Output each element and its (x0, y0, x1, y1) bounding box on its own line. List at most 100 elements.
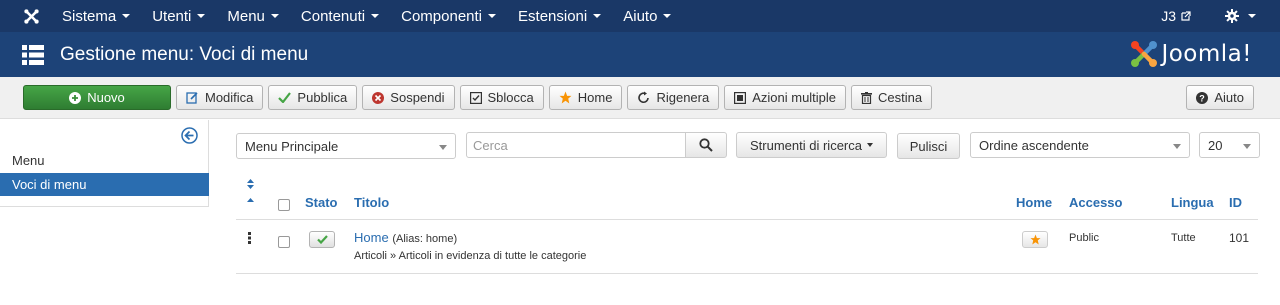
sidebar-item-menu[interactable]: Menu (0, 149, 209, 172)
column-header-access[interactable]: Accesso (1069, 195, 1122, 210)
clear-button-label: Pulisci (909, 138, 948, 154)
star-icon (1029, 234, 1041, 245)
batch-button[interactable]: Azioni multiple (724, 85, 847, 110)
new-button[interactable]: Nuovo (23, 85, 171, 110)
trash-icon (861, 91, 873, 104)
menu-menu[interactable]: Menu (227, 8, 290, 25)
ordering-select[interactable]: Ordine ascendente (970, 132, 1190, 158)
search-placeholder: Cerca (473, 137, 508, 153)
home-button[interactable]: Home (548, 85, 623, 110)
item-language: Tutte (1171, 232, 1196, 244)
chevron-down-icon (122, 14, 131, 18)
sidebar-item-label: Menu (12, 153, 45, 168)
search-input[interactable]: Cerca (466, 132, 686, 158)
menu-aiuto-label: Aiuto (623, 7, 658, 25)
trash-button[interactable]: Cestina (851, 85, 933, 110)
column-header-title[interactable]: Titolo (354, 195, 389, 210)
site-link[interactable]: J3 (1161, 8, 1191, 24)
row-checkbox[interactable] (278, 236, 290, 248)
rebuild-button[interactable]: Rigenera (627, 85, 720, 110)
chevron-down-icon (439, 145, 447, 150)
sidebar: Menu Voci di menu (0, 120, 209, 207)
item-title-cell: Home (Alias: home) (354, 230, 457, 245)
search-tools-button[interactable]: Strumenti di ricerca (736, 132, 887, 158)
menu-sistema[interactable]: Sistema (62, 8, 141, 25)
chevron-down-icon (663, 14, 672, 18)
search-icon (699, 138, 713, 152)
item-alias: (Alias: home) (392, 233, 458, 245)
menu-utenti[interactable]: Utenti (152, 8, 216, 25)
sidebar-item-voci-di-menu[interactable]: Voci di menu (0, 173, 209, 196)
column-header-home[interactable]: Home (1016, 195, 1052, 210)
column-header-language[interactable]: Lingua (1171, 195, 1214, 210)
navbar-right: J3 (1161, 0, 1280, 32)
toolbar: Nuovo Modifica Pubblica Sospendi Sblocca… (0, 77, 1280, 119)
select-all-checkbox[interactable] (278, 199, 290, 211)
joomla-logo-icon (1131, 41, 1158, 67)
chevron-down-icon (593, 14, 602, 18)
filter-bar: Menu Principale Cerca Strumenti di ricer… (236, 132, 1280, 160)
checkin-button[interactable]: Sblocca (459, 85, 544, 110)
chevron-down-icon (1173, 144, 1181, 149)
checkbox-icon (469, 91, 482, 104)
chevron-down-icon (371, 14, 380, 18)
item-access: Public (1069, 232, 1099, 244)
page-header: Gestione menu: Voci di menu Joomla! (0, 32, 1280, 77)
joomla-icon[interactable] (0, 0, 62, 32)
chevron-down-icon (866, 143, 873, 147)
check-icon (278, 92, 292, 103)
menu-contenuti-label: Contenuti (300, 7, 366, 25)
menu-estensioni-label: Estensioni (518, 7, 588, 25)
edit-button[interactable]: Modifica (176, 85, 264, 110)
unpublish-button[interactable]: Sospendi (362, 85, 455, 110)
gear-icon (1225, 9, 1239, 23)
menu-contenuti[interactable]: Contenuti (301, 8, 390, 25)
item-path: Articoli » Articoli in evidenza di tutte… (354, 250, 587, 262)
checkin-button-label: Sblocca (487, 90, 534, 105)
edit-icon (186, 91, 199, 104)
external-link-icon (1181, 11, 1191, 21)
search-button[interactable] (685, 132, 727, 158)
table-row: Home (Alias: home) Articoli » Articoli i… (236, 220, 1258, 274)
item-id: 101 (1229, 231, 1250, 245)
menu-componenti[interactable]: Componenti (401, 8, 507, 25)
menu-estensioni[interactable]: Estensioni (518, 8, 612, 25)
ordering-select-value: Ordine ascendente (979, 137, 1089, 153)
chevron-down-icon (1248, 14, 1256, 18)
help-button[interactable]: ? Aiuto (1186, 85, 1254, 110)
table-header: Stato Titolo Home Accesso Lingua ID (236, 175, 1258, 220)
default-home-button[interactable] (1022, 231, 1048, 248)
star-icon (559, 91, 572, 104)
top-navbar: Sistema Utenti Menu Contenuti Componenti… (0, 0, 1280, 32)
column-header-id[interactable]: ID (1229, 195, 1242, 210)
menu-aiuto[interactable]: Aiuto (623, 8, 682, 25)
list-icon (22, 44, 44, 65)
publish-button[interactable]: Pubblica (268, 85, 358, 110)
drag-handle-icon[interactable] (248, 232, 252, 247)
sort-ordering-icon[interactable] (246, 178, 255, 207)
settings-menu[interactable] (1225, 9, 1256, 23)
limit-select[interactable]: 20 (1199, 132, 1260, 158)
edit-button-label: Modifica (205, 90, 254, 105)
menu-sistema-label: Sistema (62, 7, 117, 25)
svg-text:?: ? (1200, 93, 1206, 103)
clear-button[interactable]: Pulisci (897, 133, 960, 159)
menu-utenti-label: Utenti (152, 7, 192, 25)
menu-componenti-label: Componenti (401, 7, 483, 25)
chevron-down-icon (197, 14, 206, 18)
column-header-status[interactable]: Stato (305, 195, 338, 210)
new-button-label: Nuovo (87, 90, 125, 105)
main-menu: Sistema Utenti Menu Contenuti Componenti… (62, 0, 693, 32)
collapse-sidebar-icon[interactable] (181, 127, 198, 147)
chevron-down-icon (488, 14, 497, 18)
menu-items-table: Stato Titolo Home Accesso Lingua ID Home… (236, 175, 1258, 274)
joomla-brand-logo: Joomla! (1129, 39, 1252, 69)
item-title-link[interactable]: Home (354, 230, 389, 245)
menu-menu-label: Menu (227, 7, 265, 25)
page-title: Gestione menu: Voci di menu (60, 43, 309, 65)
menu-select-value: Menu Principale (245, 138, 339, 154)
status-toggle-button[interactable] (309, 231, 335, 248)
menu-select[interactable]: Menu Principale (236, 133, 456, 159)
help-button-label: Aiuto (1214, 90, 1244, 105)
sidebar-item-label: Voci di menu (12, 177, 87, 192)
